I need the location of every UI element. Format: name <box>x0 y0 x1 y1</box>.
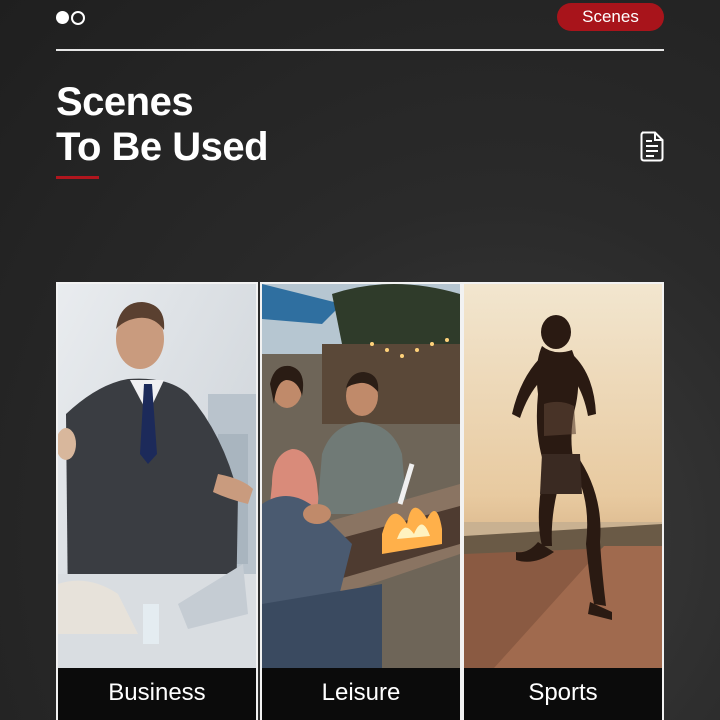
logo-dot-outline <box>71 11 85 25</box>
sports-label: Sports <box>464 668 662 720</box>
business-photo <box>58 284 256 668</box>
page-title-line1: Scenes <box>56 80 194 124</box>
scene-cards: Business Leisure Sports <box>56 282 664 720</box>
document-list-icon[interactable] <box>639 131 665 162</box>
logo-dot-filled <box>56 11 69 24</box>
logo-icon <box>56 10 88 26</box>
page-title: Scenes To Be Used <box>56 80 269 170</box>
page-title-line2: To Be Used <box>56 125 269 169</box>
leisure-photo <box>262 284 460 668</box>
scene-card-business[interactable]: Business <box>56 282 258 720</box>
scenes-badge[interactable]: Scenes <box>557 3 664 31</box>
header-divider <box>56 49 664 51</box>
sports-photo <box>464 284 662 668</box>
business-label: Business <box>58 668 256 720</box>
title-accent-bar <box>56 176 99 179</box>
scene-card-sports[interactable]: Sports <box>462 282 664 720</box>
scene-card-leisure[interactable]: Leisure <box>260 282 462 720</box>
leisure-label: Leisure <box>262 668 460 720</box>
